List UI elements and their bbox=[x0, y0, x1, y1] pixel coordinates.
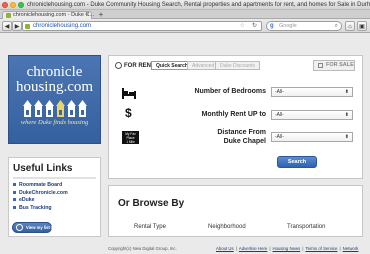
zoom-window-button[interactable] bbox=[18, 2, 24, 8]
window-title: chroniclehousing.com - Duke Community Ho… bbox=[27, 2, 370, 8]
useful-link-bus-tracking[interactable]: Bus Tracking bbox=[13, 205, 100, 213]
distance-select[interactable]: -All- ⬍ bbox=[271, 132, 353, 142]
site-favicon-icon bbox=[6, 13, 11, 18]
search-icon[interactable]: ⌕ bbox=[335, 22, 338, 31]
link-label[interactable]: DukeChronicle.com bbox=[19, 190, 68, 196]
tab-close-icon[interactable]: × bbox=[86, 12, 89, 19]
browser-search-field[interactable]: g Google ⌕ bbox=[266, 21, 342, 31]
bedrooms-select[interactable]: -All- ⬍ bbox=[271, 87, 353, 97]
new-tab-button[interactable]: + bbox=[96, 10, 106, 19]
for-sale-label: FOR SALE bbox=[326, 62, 354, 68]
bullet-icon bbox=[13, 205, 16, 209]
sale-icon bbox=[318, 63, 323, 68]
distance-sign-icon: My Fav Place 1 Mile bbox=[122, 131, 139, 144]
house-icon bbox=[33, 100, 43, 117]
footer-separator: | bbox=[339, 246, 341, 251]
site-logo[interactable]: chronicle housing.com where Duke finds h… bbox=[8, 55, 101, 144]
house-icon bbox=[66, 100, 76, 117]
footer-separator: | bbox=[235, 246, 237, 251]
reload-icon[interactable]: ↻ bbox=[252, 22, 257, 31]
link-label[interactable]: eDuke bbox=[19, 197, 35, 203]
rent-label: Monthly Rent UP to bbox=[201, 111, 266, 118]
view-favorites-label: View my list (0) bbox=[26, 225, 57, 230]
google-icon: g bbox=[270, 23, 274, 29]
dropdown-arrow-icon: ⬍ bbox=[344, 112, 349, 118]
footer-link-network[interactable]: Network bbox=[343, 246, 359, 251]
browse-rental-type[interactable]: Rental Type bbox=[134, 223, 166, 231]
downloads-button[interactable]: ▣ bbox=[357, 21, 367, 31]
logo-text-line2: housing.com bbox=[15, 79, 94, 95]
close-window-button[interactable] bbox=[2, 2, 8, 8]
browse-title: Or Browse By bbox=[118, 198, 185, 209]
bedrooms-select-value: -All- bbox=[275, 89, 284, 95]
search-tabs-row: FOR RENT Quick Search Advanced Duke Disc… bbox=[113, 60, 359, 72]
tab-label: chroniclehousing.com - Duke C... bbox=[13, 12, 95, 18]
browse-neighborhood[interactable]: Neighborhood bbox=[208, 223, 246, 231]
footer-separator: | bbox=[302, 246, 304, 251]
window-titlebar: chroniclehousing.com - Duke Community Ho… bbox=[0, 0, 370, 10]
distance-label: Distance From Duke Chapel bbox=[217, 129, 266, 145]
footer-separator: | bbox=[269, 246, 271, 251]
footer-link-terms[interactable]: Terms of Service bbox=[305, 246, 337, 251]
dollar-icon: $ bbox=[125, 106, 132, 120]
forward-button[interactable]: ▶ bbox=[12, 21, 22, 31]
useful-link-eduke[interactable]: eDuke bbox=[13, 197, 100, 205]
useful-links-title: Useful Links bbox=[13, 163, 73, 174]
dropdown-arrow-icon: ⬍ bbox=[344, 89, 349, 95]
browse-transportation[interactable]: Transportation bbox=[287, 223, 325, 231]
bookmark-star-icon[interactable]: ☆ bbox=[240, 22, 245, 31]
bullet-icon bbox=[13, 190, 16, 194]
house-icon bbox=[44, 100, 54, 117]
dropdown-arrow-icon: ⬍ bbox=[344, 134, 349, 140]
search-button[interactable]: Search bbox=[277, 156, 317, 168]
search-panel: FOR RENT Quick Search Advanced Duke Disc… bbox=[108, 55, 363, 179]
footer-link-about[interactable]: About Us bbox=[216, 246, 234, 251]
copyright-text: Copyright(c) New Digital Group, Inc. bbox=[108, 246, 177, 251]
search-engine-placeholder: Google bbox=[279, 23, 297, 29]
footer-link-advertise[interactable]: Advertise Here bbox=[239, 246, 267, 251]
page-content: chronicle housing.com where Duke finds h… bbox=[0, 34, 370, 254]
bullet-icon bbox=[13, 183, 16, 187]
rent-icon bbox=[115, 61, 122, 69]
distance-icon-line: 1 Mile bbox=[126, 140, 135, 144]
useful-link-dukechronicle[interactable]: DukeChronicle.com bbox=[13, 190, 100, 198]
browser-tab[interactable]: chroniclehousing.com - Duke C... × bbox=[2, 11, 95, 19]
rent-select-value: -All- bbox=[275, 112, 284, 118]
footer-link-housing-news[interactable]: Housing News bbox=[273, 246, 301, 251]
address-bar[interactable]: chroniclehousing.com ☆ ↻ bbox=[22, 21, 262, 31]
back-button[interactable]: ◀ bbox=[2, 21, 12, 31]
link-label[interactable]: Roommate Board bbox=[19, 182, 62, 188]
distance-select-value: -All- bbox=[275, 134, 284, 140]
for-sale-tab[interactable]: FOR SALE bbox=[313, 60, 355, 71]
house-icon bbox=[77, 100, 87, 117]
useful-link-roommate-board[interactable]: Roommate Board bbox=[13, 182, 100, 190]
tab-duke-discounts[interactable]: Duke Discounts bbox=[215, 61, 261, 70]
houses-graphic bbox=[9, 100, 100, 118]
footer-links: About Us | Advertise Here | Housing News | Ter… bbox=[216, 246, 358, 252]
divider bbox=[13, 177, 96, 179]
useful-links-list: Roommate Board DukeChronicle.com eDuke B… bbox=[9, 182, 100, 212]
for-rent-tab[interactable]: FOR RENT bbox=[115, 61, 155, 71]
browse-by-panel: Or Browse By Rental Type Neighborhood Tr… bbox=[108, 185, 363, 237]
rent-select[interactable]: -All- ⬍ bbox=[271, 110, 353, 120]
bullet-icon bbox=[13, 198, 16, 202]
bedrooms-label: Number of Bedrooms bbox=[194, 88, 266, 95]
favorites-icon bbox=[16, 224, 23, 231]
useful-links-box: Useful Links Roommate Board DukeChronicl… bbox=[8, 157, 101, 237]
house-icon bbox=[22, 100, 32, 117]
tab-strip: chroniclehousing.com - Duke C... × + bbox=[0, 10, 370, 19]
logo-text-line1: chronicle bbox=[26, 64, 83, 80]
footer: Copyright(c) New Digital Group, Inc. Abo… bbox=[0, 246, 370, 254]
house-icon-highlighted bbox=[55, 100, 65, 117]
bed-icon bbox=[122, 86, 136, 104]
minimize-window-button[interactable] bbox=[10, 2, 16, 8]
link-label[interactable]: Bus Tracking bbox=[19, 205, 52, 211]
site-favicon-icon bbox=[25, 24, 30, 29]
logo-tagline: where Duke finds housing bbox=[20, 119, 89, 126]
navigation-bar: ◀ ▶ chroniclehousing.com ☆ ↻ g Google ⌕ … bbox=[0, 19, 370, 33]
url-text[interactable]: chroniclehousing.com bbox=[33, 22, 91, 31]
home-button[interactable]: ⌂ bbox=[345, 21, 355, 31]
view-favorites-button[interactable]: View my list (0) bbox=[12, 222, 56, 233]
